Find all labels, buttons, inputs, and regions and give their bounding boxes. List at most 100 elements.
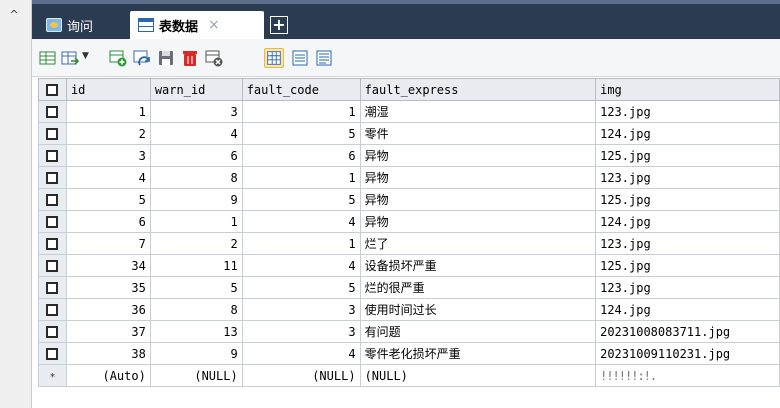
collapse-panel-button[interactable]: ^ [6, 8, 22, 22]
row-checkbox[interactable] [46, 304, 59, 316]
new-row-cell-warn-id[interactable]: (NULL) [149, 364, 243, 387]
row-checkbox-cell[interactable] [38, 342, 67, 365]
cell-warn-id[interactable]: 2 [149, 232, 243, 255]
row-checkbox-cell[interactable] [38, 144, 67, 167]
cell-fault-express[interactable]: 设备损坏严重 [359, 254, 597, 277]
row-checkbox-cell[interactable] [38, 166, 67, 189]
select-all-checkbox-cell[interactable] [38, 78, 67, 101]
cell-warn-id[interactable]: 4 [149, 122, 243, 145]
cell-fault-express[interactable]: 异物 [359, 166, 597, 189]
cell-fault-code[interactable]: 3 [241, 320, 361, 343]
cell-id[interactable]: 36 [65, 298, 151, 321]
row-checkbox-cell[interactable] [38, 122, 67, 145]
new-row-cell-id[interactable]: (Auto) [65, 364, 151, 387]
cell-fault-code[interactable]: 3 [241, 298, 361, 321]
cell-warn-id[interactable]: 9 [149, 342, 243, 365]
tab-table-data[interactable]: 表数据 × [130, 11, 264, 39]
row-checkbox-cell[interactable] [38, 232, 67, 255]
add-row-icon[interactable] [108, 48, 128, 68]
cell-img[interactable]: 124.jpg [595, 122, 780, 145]
cell-img[interactable]: 124.jpg [595, 210, 780, 233]
insert-row-icon[interactable] [38, 48, 58, 68]
cell-id[interactable]: 7 [65, 232, 151, 255]
cell-fault-express[interactable]: 异物 [359, 188, 597, 211]
new-row-cell-fault-code[interactable]: (NULL) [241, 364, 361, 387]
cell-fault-express[interactable]: 使用时间过长 [359, 298, 597, 321]
cell-fault-express[interactable]: 异物 [359, 144, 597, 167]
cancel-changes-icon[interactable] [204, 48, 224, 68]
row-checkbox-cell[interactable] [38, 100, 67, 123]
row-checkbox[interactable] [46, 216, 59, 228]
row-checkbox[interactable] [46, 348, 59, 360]
cell-id[interactable]: 1 [65, 100, 151, 123]
row-checkbox[interactable] [46, 150, 59, 162]
delete-icon[interactable] [180, 48, 200, 68]
cell-img[interactable]: 124.jpg [595, 298, 780, 321]
cell-img[interactable]: 125.jpg [595, 144, 780, 167]
column-header-fault-code[interactable]: fault_code [241, 78, 361, 101]
new-row-cell-img[interactable]: !!!!!!:!. [595, 364, 780, 387]
cell-warn-id[interactable]: 8 [149, 298, 243, 321]
row-checkbox[interactable] [46, 172, 59, 184]
cell-fault-code[interactable]: 1 [241, 100, 361, 123]
cell-fault-express[interactable]: 零件 [359, 122, 597, 145]
column-header-warn-id[interactable]: warn_id [149, 78, 243, 101]
cell-warn-id[interactable]: 9 [149, 188, 243, 211]
cell-img[interactable]: 20231008083711.jpg [595, 320, 780, 343]
column-header-fault-express[interactable]: fault_express [359, 78, 597, 101]
cell-fault-code[interactable]: 1 [241, 166, 361, 189]
cell-img[interactable]: 123.jpg [595, 232, 780, 255]
column-header-img[interactable]: img [595, 78, 780, 101]
cell-img[interactable]: 125.jpg [595, 188, 780, 211]
cell-id[interactable]: 37 [65, 320, 151, 343]
row-checkbox[interactable] [46, 194, 59, 206]
row-checkbox[interactable] [46, 260, 59, 272]
cell-warn-id[interactable]: 8 [149, 166, 243, 189]
row-checkbox-cell[interactable] [38, 298, 67, 321]
row-checkbox-cell[interactable] [38, 188, 67, 211]
export-icon[interactable] [60, 48, 80, 68]
row-checkbox-cell[interactable] [38, 320, 67, 343]
cell-fault-code[interactable]: 5 [241, 188, 361, 211]
cell-fault-code[interactable]: 4 [241, 342, 361, 365]
add-tab-button[interactable]: + [270, 16, 288, 34]
cell-fault-express[interactable]: 零件老化损坏严重 [359, 342, 597, 365]
export-dropdown-chevron-icon[interactable]: ▼ [82, 51, 89, 61]
cell-warn-id[interactable]: 11 [149, 254, 243, 277]
select-all-checkbox[interactable] [46, 84, 59, 96]
cell-id[interactable]: 6 [65, 210, 151, 233]
text-view-icon[interactable] [314, 48, 334, 68]
new-row-cell-fault-express[interactable]: (NULL) [359, 364, 597, 387]
cell-fault-express[interactable]: 有问题 [359, 320, 597, 343]
refresh-icon[interactable] [132, 48, 152, 68]
cell-img[interactable]: 123.jpg [595, 276, 780, 299]
cell-img[interactable]: 20231009110231.jpg [595, 342, 780, 365]
cell-id[interactable]: 35 [65, 276, 151, 299]
cell-warn-id[interactable]: 13 [149, 320, 243, 343]
cell-fault-express[interactable]: 烂的很严重 [359, 276, 597, 299]
cell-id[interactable]: 34 [65, 254, 151, 277]
cell-fault-code[interactable]: 6 [241, 144, 361, 167]
row-checkbox[interactable] [46, 282, 59, 294]
cell-id[interactable]: 4 [65, 166, 151, 189]
cell-id[interactable]: 2 [65, 122, 151, 145]
cell-warn-id[interactable]: 3 [149, 100, 243, 123]
cell-id[interactable]: 3 [65, 144, 151, 167]
cell-warn-id[interactable]: 6 [149, 144, 243, 167]
row-checkbox-cell[interactable] [38, 210, 67, 233]
cell-warn-id[interactable]: 1 [149, 210, 243, 233]
cell-fault-code[interactable]: 4 [241, 210, 361, 233]
row-checkbox[interactable] [46, 326, 59, 338]
cell-fault-express[interactable]: 潮湿 [359, 100, 597, 123]
row-checkbox-cell[interactable] [38, 276, 67, 299]
tab-query[interactable]: 询问 [38, 11, 124, 39]
cell-fault-express[interactable]: 烂了 [359, 232, 597, 255]
grid-view-icon[interactable] [264, 48, 284, 68]
row-checkbox[interactable] [46, 106, 59, 118]
cell-warn-id[interactable]: 5 [149, 276, 243, 299]
form-view-icon[interactable] [290, 48, 310, 68]
cell-id[interactable]: 38 [65, 342, 151, 365]
column-header-id[interactable]: id [65, 78, 151, 101]
close-tab-icon[interactable]: × [208, 17, 220, 33]
cell-fault-code[interactable]: 5 [241, 276, 361, 299]
